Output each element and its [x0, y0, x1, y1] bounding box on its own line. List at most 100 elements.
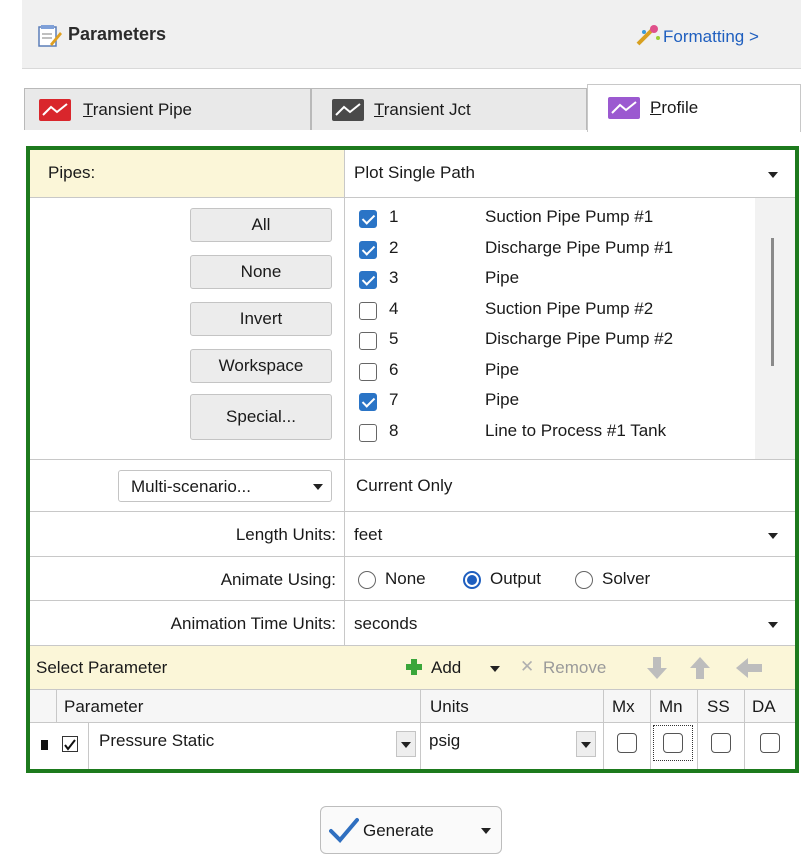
chevron-down-icon[interactable] — [490, 666, 500, 672]
multi-scenario-dropdown[interactable]: Multi-scenario... — [118, 470, 332, 502]
scenario-value: Current Only — [356, 476, 453, 495]
pipes-label: Pipes: — [48, 163, 96, 182]
pipe-number: 8 — [389, 420, 399, 440]
pipe-number: 3 — [389, 268, 399, 287]
generate-button[interactable]: Generate — [320, 806, 502, 854]
pipe-checkbox[interactable] — [359, 423, 377, 442]
length-units-row: Length Units: feet — [30, 512, 795, 557]
transient-jct-icon — [332, 99, 364, 121]
profile-icon — [608, 97, 640, 119]
animate-output-radio[interactable] — [463, 571, 481, 589]
list-item[interactable]: 5 Discharge Pipe Pump #2 — [345, 326, 755, 356]
pipe-number: 5 — [389, 329, 399, 348]
da-checkbox[interactable] — [760, 733, 780, 753]
animation-time-units-row: Animation Time Units: seconds — [30, 601, 795, 646]
checkmark-icon — [329, 817, 359, 843]
animate-none-radio[interactable] — [358, 571, 376, 589]
pipe-number: 7 — [389, 390, 399, 409]
units-dropdown-button[interactable] — [576, 731, 596, 757]
pipe-name: Pipe — [485, 268, 520, 287]
animate-using-row: Animate Using: None Output Solver — [30, 557, 795, 601]
pipe-checkbox[interactable] — [359, 271, 377, 289]
column-header-ss[interactable]: SS — [707, 697, 730, 717]
animate-solver-radio[interactable] — [575, 571, 593, 589]
select-parameter-toolbar: Select Parameter Add ✕ Remove — [30, 646, 795, 690]
pipe-number: 1 — [389, 207, 399, 226]
pipe-checkbox[interactable] — [359, 362, 377, 381]
chevron-down-icon — [313, 484, 323, 490]
list-item[interactable]: 3 Pipe — [345, 265, 755, 295]
animate-using-label: Animate Using: — [220, 570, 336, 589]
pipe-number: 4 — [389, 298, 399, 318]
animation-time-units-select[interactable]: seconds — [354, 614, 417, 634]
chevron-down-icon[interactable] — [481, 828, 491, 834]
select-all-button[interactable]: All — [190, 208, 332, 242]
list-item[interactable]: 4 Suction Pipe Pump #2 — [345, 296, 755, 326]
chevron-down-icon[interactable] — [768, 172, 778, 178]
units-cell[interactable]: psig — [429, 731, 460, 751]
pipes-row: Pipes: Plot Single Path — [30, 150, 795, 198]
column-header-parameter[interactable]: Parameter — [64, 697, 143, 717]
column-header-da[interactable]: DA — [752, 697, 776, 717]
add-button[interactable]: Add — [431, 658, 461, 678]
invert-selection-button[interactable]: Invert — [190, 302, 332, 336]
pipe-name: Suction Pipe Pump #1 — [485, 207, 654, 226]
move-left-icon[interactable] — [735, 656, 763, 680]
parameter-table-header: Parameter Units Mx Mn SS DA — [30, 690, 795, 723]
pipe-checkbox[interactable] — [359, 332, 377, 350]
pipe-checkbox[interactable] — [359, 210, 377, 228]
move-up-icon[interactable] — [689, 656, 711, 680]
pipe-selection-row: All None Invert Workspace Special... 1 Su… — [30, 198, 795, 460]
select-parameter-label: Select Parameter — [36, 658, 168, 677]
list-item[interactable]: 1 Suction Pipe Pump #1 — [345, 204, 755, 234]
pipe-name: Pipe — [485, 390, 520, 409]
ss-checkbox[interactable] — [711, 733, 731, 753]
column-header-mx[interactable]: Mx — [612, 697, 635, 717]
column-header-mn[interactable]: Mn — [659, 697, 683, 717]
formatting-icon[interactable] — [636, 24, 660, 48]
remove-button[interactable]: Remove — [543, 658, 606, 678]
animate-output-label: Output — [490, 569, 542, 588]
add-icon[interactable] — [405, 658, 423, 676]
list-item[interactable]: 6 Pipe — [345, 357, 755, 387]
tab-transient-pipe-label: Transient Pipe — [83, 100, 192, 119]
row-selector-icon — [41, 740, 48, 750]
parameter-dropdown-button[interactable] — [396, 731, 416, 757]
mn-checkbox[interactable] — [663, 733, 683, 753]
parameters-icon — [38, 24, 62, 47]
tab-profile-label: Profile — [650, 98, 699, 117]
animate-solver-label: Solver — [602, 569, 651, 588]
list-item[interactable]: 2 Discharge Pipe Pump #1 — [345, 235, 755, 265]
pipe-checkbox[interactable] — [359, 393, 377, 411]
chevron-down-icon[interactable] — [768, 533, 778, 539]
workspace-selection-button[interactable]: Workspace — [190, 349, 332, 383]
list-item[interactable]: 8 Line to Process #1 Tank — [345, 418, 755, 448]
row-enabled-checkbox[interactable] — [62, 736, 78, 752]
animation-time-units-label: Animation Time Units: — [170, 614, 336, 633]
page-title: Parameters — [68, 24, 167, 44]
pipe-number: 6 — [389, 359, 399, 379]
profile-settings-panel: Pipes: Plot Single Path All None Invert … — [26, 146, 799, 773]
animate-none-label: None — [385, 569, 426, 588]
tab-transient-pipe[interactable]: Transient Pipe — [24, 88, 311, 130]
pipe-name: Suction Pipe Pump #2 — [485, 298, 654, 318]
mx-checkbox[interactable] — [617, 733, 637, 753]
tab-profile[interactable]: Profile — [587, 84, 801, 132]
pipe-name: Pipe — [485, 359, 520, 379]
pipe-list-scrollbar[interactable] — [755, 198, 795, 459]
special-selection-button[interactable]: Special... — [190, 394, 332, 440]
length-units-select[interactable]: feet — [354, 525, 382, 545]
scrollbar-thumb[interactable] — [771, 238, 774, 366]
pipes-mode-select[interactable]: Plot Single Path — [354, 163, 475, 183]
formatting-link[interactable]: Formatting > — [663, 27, 759, 47]
pipe-list: 1 Suction Pipe Pump #1 2 Discharge Pipe Pum… — [345, 198, 755, 459]
select-none-button[interactable]: None — [190, 255, 332, 289]
move-down-icon[interactable] — [646, 656, 668, 680]
chevron-down-icon[interactable] — [768, 622, 778, 628]
list-item[interactable]: 7 Pipe — [345, 387, 755, 417]
pipe-checkbox[interactable] — [359, 240, 377, 259]
pipe-checkbox[interactable] — [359, 301, 377, 320]
tab-transient-jct[interactable]: Transient Jct — [311, 88, 587, 130]
parameter-cell[interactable]: Pressure Static — [99, 731, 214, 751]
column-header-units[interactable]: Units — [430, 697, 469, 717]
